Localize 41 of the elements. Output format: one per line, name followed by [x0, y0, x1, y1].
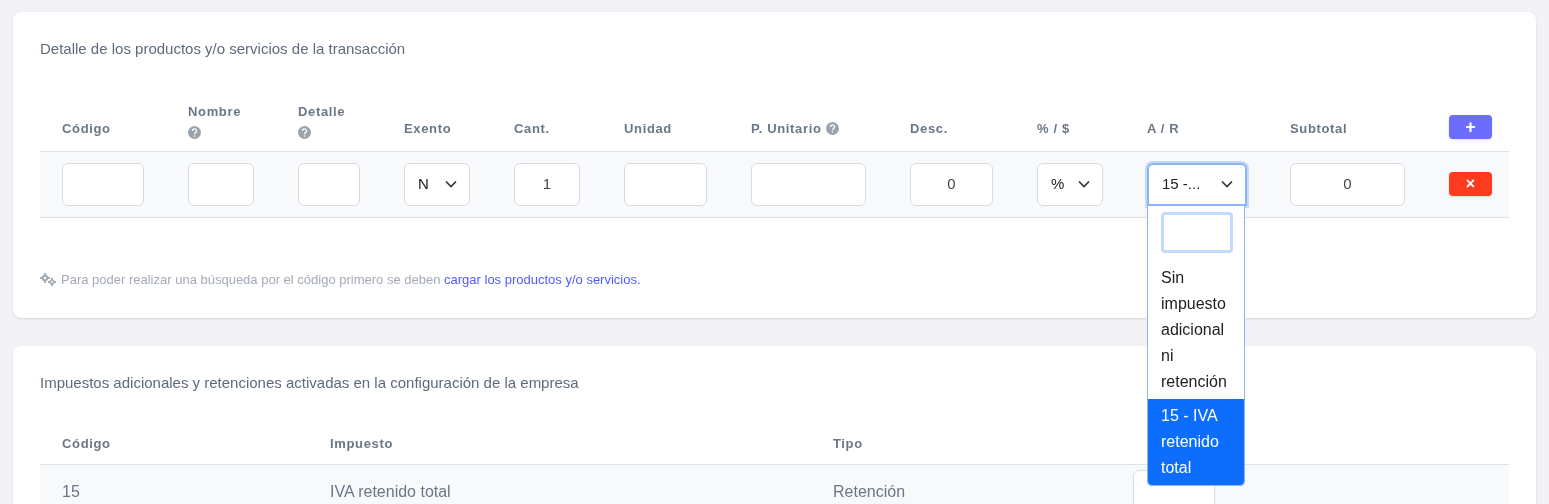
search-field[interactable] [1161, 212, 1233, 253]
input-field[interactable]: 0 [910, 162, 993, 206]
add-button[interactable]: + [1449, 114, 1492, 139]
column-header: Tipo [833, 435, 864, 454]
column-header: Exento [404, 120, 452, 138]
table-cell-text: IVA retenido total [330, 481, 452, 502]
help-text: Para poder realizar una búsqueda por el código primero se deben cargar los productos y/o servicios. [61, 270, 641, 289]
table-cell-text: Retención [833, 481, 907, 502]
caret-icon [445, 180, 457, 188]
column-header: P. Unitario [751, 120, 822, 138]
card-title: Detalle de los productos y/o servicios de la transacción [40, 39, 406, 59]
input-field[interactable] [188, 162, 254, 206]
column-header: Detalle [298, 103, 347, 121]
link[interactable]: cargar los productos y/o servicios. [444, 271, 641, 287]
input-field[interactable]: 1 [514, 162, 580, 206]
select-field[interactable]: % [1037, 162, 1103, 206]
caret-icon [1078, 180, 1090, 188]
dropdown-option[interactable]: Sin impuesto adicional ni retención [1148, 261, 1244, 399]
column-header: Impuesto [330, 435, 394, 454]
input-field[interactable] [298, 162, 360, 206]
column-header: Código [62, 435, 112, 454]
input-field[interactable] [624, 162, 707, 206]
column-header: A / R [1147, 120, 1180, 138]
input-field[interactable]: 0 [1290, 162, 1405, 206]
column-header: Subtotal [1290, 120, 1348, 138]
column-header: Cant. [514, 120, 550, 138]
column-header: % / $ [1037, 120, 1070, 138]
column-header: Código [62, 120, 111, 138]
table-cell-text: 15 [62, 481, 81, 502]
caret-icon [1221, 180, 1233, 188]
column-header: Unidad [624, 120, 672, 138]
remove-button[interactable]: × [1449, 172, 1492, 196]
select-field[interactable]: N [404, 162, 470, 206]
dropdown-option[interactable]: 15 - IVA retenido total [1148, 399, 1244, 485]
column-header: Desc. [910, 120, 948, 138]
select-field[interactable]: 15 -... [1147, 162, 1247, 206]
input-field[interactable] [62, 162, 144, 206]
input-field[interactable] [751, 162, 866, 206]
column-header: Nombre [188, 103, 243, 121]
card-title: Impuestos adicionales y retenciones activadas en la configuración de la empresa [40, 373, 579, 393]
gears-icon [40, 272, 57, 286]
